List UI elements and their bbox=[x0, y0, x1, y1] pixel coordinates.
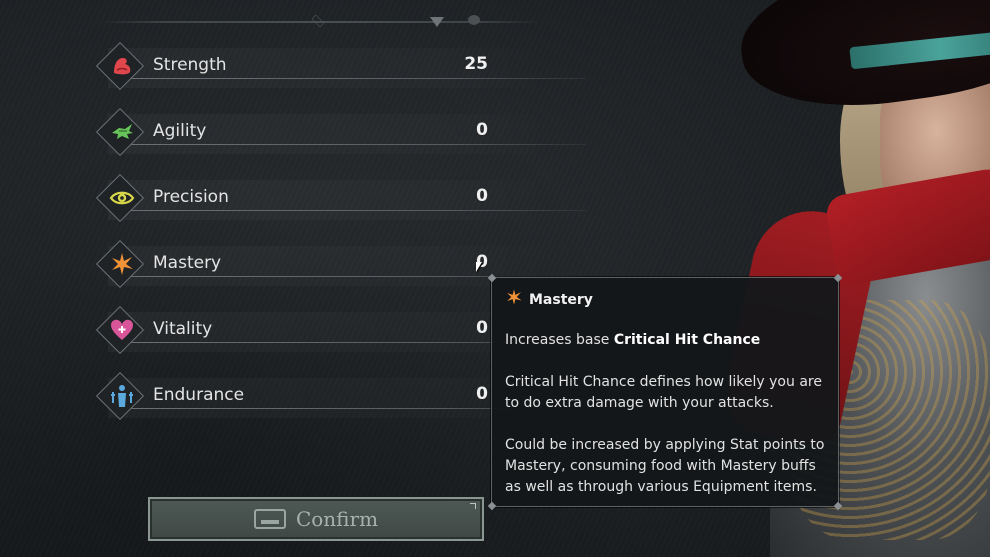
starburst-icon bbox=[505, 288, 523, 311]
stat-value: 0 bbox=[476, 318, 488, 338]
stat-value: 0 bbox=[476, 252, 488, 272]
tooltip-sources: Could be increased by applying Stat poin… bbox=[505, 437, 825, 495]
flexed-arm-icon bbox=[106, 50, 138, 82]
stat-label: Endurance bbox=[153, 385, 245, 405]
tooltip-header: Mastery bbox=[505, 288, 593, 311]
chevron-down-icon bbox=[430, 17, 444, 27]
confirm-button[interactable]: Confirm bbox=[148, 497, 484, 541]
stat-tooltip: Mastery Increases base Critical Hit Chan… bbox=[487, 273, 843, 511]
tooltip-intro: Increases base Critical Hit Chance bbox=[505, 332, 761, 348]
tooltip-body: Increases base Critical Hit Chance Criti… bbox=[505, 330, 830, 519]
top-divider bbox=[100, 14, 540, 28]
stat-label: Agility bbox=[153, 121, 207, 141]
figure-icon bbox=[106, 380, 138, 412]
stat-label: Precision bbox=[153, 187, 229, 207]
dot-icon bbox=[468, 15, 480, 25]
eye-icon bbox=[106, 182, 138, 214]
stat-value: 0 bbox=[476, 186, 488, 206]
stat-label: Mastery bbox=[153, 253, 222, 273]
stat-label: Vitality bbox=[153, 319, 213, 339]
stat-row-precision[interactable]: Precision 0 bbox=[95, 173, 586, 226]
stat-value: 0 bbox=[476, 120, 488, 140]
stat-row-endurance[interactable]: Endurance 0 bbox=[95, 371, 586, 424]
stat-value: 25 bbox=[464, 54, 488, 74]
tooltip-description: Critical Hit Chance defines how likely y… bbox=[505, 374, 822, 411]
mouse-cursor-icon bbox=[476, 262, 482, 272]
tooltip-title: Mastery bbox=[529, 291, 593, 308]
confirm-label: Confirm bbox=[295, 507, 379, 531]
stat-value: 0 bbox=[476, 384, 488, 404]
feathered-foot-icon bbox=[106, 116, 138, 148]
stat-row-agility[interactable]: Agility 0 bbox=[95, 107, 586, 160]
stat-row-vitality[interactable]: Vitality 0 bbox=[95, 305, 586, 358]
spacebar-key-icon bbox=[253, 509, 286, 529]
starburst-icon bbox=[106, 248, 138, 280]
stat-row-strength[interactable]: Strength 25 bbox=[95, 41, 586, 94]
heart-icon bbox=[106, 314, 138, 346]
stat-label: Strength bbox=[153, 55, 227, 75]
